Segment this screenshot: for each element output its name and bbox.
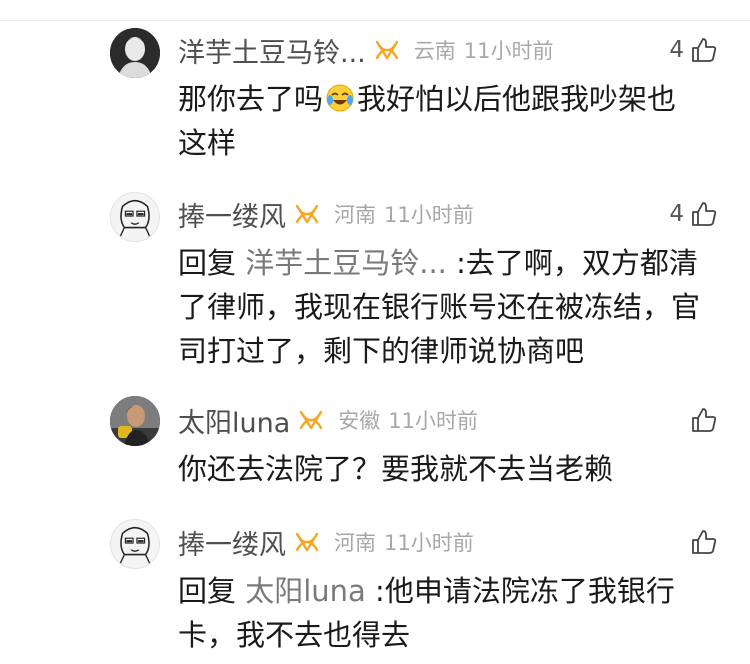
like-count: 4 [669,201,684,227]
comment-meta: 河南 11小时前 [334,199,474,229]
avatar[interactable] [110,192,160,242]
avatar[interactable] [110,396,160,446]
timestamp: 11小时前 [388,409,479,433]
reply-prefix: 回复 [178,246,237,280]
timestamp: 11小时前 [384,203,474,227]
reply-to-user-link[interactable]: 太阳luna [245,574,366,608]
vip-badge-icon [298,409,324,431]
vip-badge-icon [294,531,320,553]
comment-header: 洋芋土豆马铃... 云南 11小时前 [178,30,553,70]
thumbs-up-icon [690,36,718,64]
like-button[interactable] [684,400,718,440]
vip-badge-icon [294,203,320,225]
comment-header: 捧一缕风 河南 11小时前 [178,194,474,234]
like-count: 4 [669,37,684,63]
comment-text-part: 你还去法院了？要我就不去当老赖 [178,452,614,486]
comment-text: 回复 洋芋土豆马铃... :去了啊，双方都清了律师，我现在银行账号还在被冻结，官… [178,241,718,373]
thumbs-up-icon [690,528,718,556]
comment-text-part: 这样 [178,126,237,160]
vip-badge-icon [374,39,400,61]
location: 安徽 [338,409,381,433]
username[interactable]: 捧一缕风 [178,523,286,562]
comment-meta: 河南 11小时前 [334,527,474,557]
timestamp: 11小时前 [463,39,554,63]
thumbs-up-icon [690,200,718,228]
location: 云南 [413,39,456,63]
comment-text-part: 那你去了吗 [178,82,324,116]
reply-to-user-link[interactable]: 洋芋土豆马铃... [245,246,447,280]
avatar-portrait-icon [110,396,160,446]
like-button[interactable] [684,522,718,562]
comment-header: 捧一缕风 河南 11小时前 [178,522,474,562]
comment-text: 那你去了吗 我好怕以后他跟我吵架也这样 [178,77,718,165]
like-button[interactable]: 4 [669,30,718,70]
username[interactable]: 捧一缕风 [178,195,286,234]
avatar-sketch-icon [118,526,152,568]
reply-prefix: 回复 [178,574,237,608]
avatar[interactable] [110,519,160,569]
comment-text: 你还去法院了？要我就不去当老赖 [178,447,718,491]
comment-text-part: 我好怕以后他跟我吵架也 [357,82,677,116]
comment-meta: 安徽 11小时前 [338,405,478,435]
top-divider [0,20,750,21]
username[interactable]: 洋芋土豆马铃... [178,31,366,70]
comment-meta: 云南 11小时前 [414,35,554,65]
crying-laughing-emoji-icon [325,83,355,113]
username[interactable]: 太阳luna [178,401,290,440]
timestamp: 11小时前 [384,531,474,555]
location: 河南 [334,531,376,555]
thumbs-up-icon [690,406,718,434]
avatar[interactable] [110,28,160,78]
comment-header: 太阳luna 安徽 11小时前 [178,400,478,440]
avatar-portrait-icon [110,28,160,78]
comment-text: 回复 太阳luna :他申请法院冻了我银行卡，我不去也得去 [178,569,718,657]
avatar-sketch-icon [118,199,152,241]
like-button[interactable]: 4 [669,194,718,234]
location: 河南 [334,203,376,227]
